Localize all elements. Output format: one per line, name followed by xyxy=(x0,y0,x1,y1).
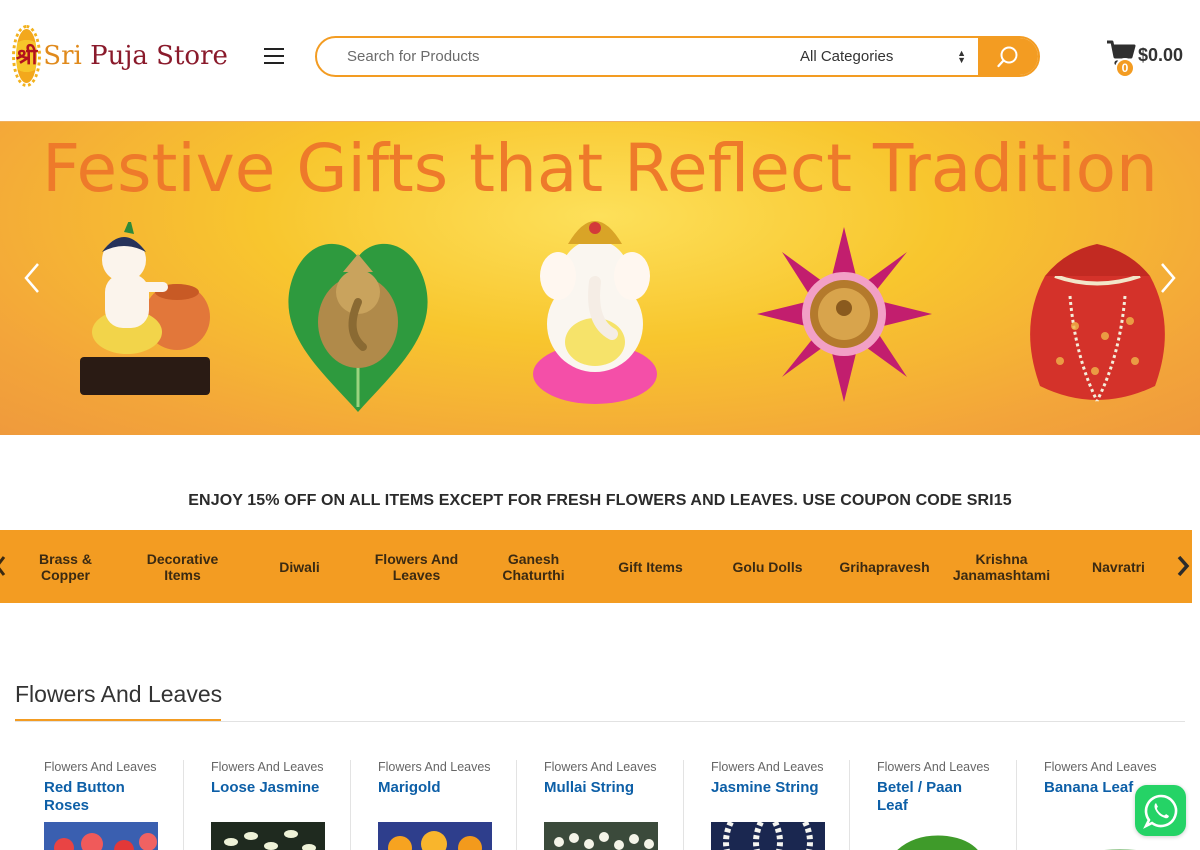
betel-leaf-image[interactable] xyxy=(877,822,991,850)
product-name[interactable]: Loose Jasmine xyxy=(211,779,331,797)
product-category: Flowers And Leaves xyxy=(378,760,491,774)
product-card[interactable]: Flowers And Leaves Jasmine String xyxy=(683,760,849,850)
product-divider xyxy=(350,760,351,850)
category-next-arrow-icon[interactable] xyxy=(1176,555,1190,577)
cart-total: $0.00 xyxy=(1138,45,1184,65)
site-header: श्री Sri Puja Store All Categories ▲▼ 0 … xyxy=(0,0,1200,122)
banner-next-arrow-icon[interactable] xyxy=(1154,260,1182,296)
product-category: Flowers And Leaves xyxy=(711,760,824,774)
category-brass-copper[interactable]: Brass & Copper xyxy=(7,530,124,603)
product-card[interactable]: Flowers And Leaves Loose Jasmine xyxy=(183,760,349,850)
category-select-value: All Categories xyxy=(800,48,894,65)
product-divider xyxy=(683,760,684,850)
category-diwali[interactable]: Diwali xyxy=(241,530,358,603)
whatsapp-chat-button[interactable] xyxy=(1135,785,1186,836)
product-card[interactable]: Flowers And Leaves Red Button Roses xyxy=(16,760,182,850)
logo-text-puja-store: Puja Store xyxy=(81,41,228,71)
category-grihapravesh[interactable]: Grihapravesh xyxy=(826,530,943,603)
category-ganesh-chaturthi[interactable]: Ganesh Chaturthi xyxy=(475,530,592,603)
logo-glyph: श्री xyxy=(16,44,38,70)
lotus-diya-image xyxy=(757,227,932,402)
product-divider xyxy=(1016,760,1017,850)
loose-jasmine-image[interactable] xyxy=(211,822,325,850)
mullai-string-image[interactable] xyxy=(544,822,658,850)
hamburger-menu-icon[interactable] xyxy=(264,48,284,66)
product-category: Flowers And Leaves xyxy=(211,760,324,774)
krishna-figurine-image xyxy=(80,222,210,395)
category-select[interactable]: All Categories ▲ ▼ xyxy=(782,38,978,75)
product-divider xyxy=(183,760,184,850)
section-divider xyxy=(15,721,1185,722)
product-name[interactable]: Marigold xyxy=(378,779,498,797)
product-card[interactable]: Flowers And Leaves Mullai String xyxy=(516,760,682,850)
site-logo[interactable]: श्री Sri Puja Store xyxy=(11,25,228,87)
marigold-image[interactable] xyxy=(378,822,492,850)
product-category: Flowers And Leaves xyxy=(877,760,990,774)
product-name[interactable]: Betel / Paan Leaf xyxy=(877,779,997,815)
category-strip: Brass & Copper Decorative Items Diwali F… xyxy=(0,530,1192,603)
category-navratri[interactable]: Navratri xyxy=(1060,530,1177,603)
search-bar: All Categories ▲▼ xyxy=(315,36,1040,77)
jasmine-string-image[interactable] xyxy=(711,822,825,850)
ganesha-idol-image xyxy=(533,221,657,404)
coupon-announcement: ENJOY 15% OFF ON ALL ITEMS EXCEPT FOR FR… xyxy=(188,492,1012,509)
product-name[interactable]: Jasmine String xyxy=(711,779,831,797)
logo-text: Sri Puja Store xyxy=(43,41,228,71)
search-icon xyxy=(997,46,1018,67)
logo-emblem: श्री xyxy=(11,25,42,87)
search-button[interactable] xyxy=(978,38,1038,75)
section-title: Flowers And Leaves xyxy=(15,681,223,707)
select-arrows-icon: ▲ ▼ xyxy=(957,47,966,65)
hero-banner[interactable]: Festive Gifts that Reflect Tradition xyxy=(0,122,1200,435)
product-category: Flowers And Leaves xyxy=(44,760,157,774)
product-name[interactable]: Red Button Roses xyxy=(44,779,164,815)
category-decorative-items[interactable]: Decorative Items xyxy=(124,530,241,603)
banner-prev-arrow-icon[interactable] xyxy=(18,260,46,296)
section-title-underline xyxy=(15,719,221,721)
product-divider xyxy=(849,760,850,850)
product-name[interactable]: Mullai String xyxy=(544,779,664,797)
category-prev-arrow-icon[interactable] xyxy=(0,555,6,577)
category-flowers-and-leaves[interactable]: Flowers And Leaves xyxy=(358,530,475,603)
ganesha-leaf-image xyxy=(288,243,428,412)
search-input[interactable] xyxy=(317,38,782,75)
product-card[interactable]: Flowers And Leaves Marigold xyxy=(350,760,516,850)
product-category: Flowers And Leaves xyxy=(544,760,657,774)
product-category: Flowers And Leaves xyxy=(1044,760,1157,774)
logo-text-sri: Sri xyxy=(43,41,82,71)
red-button-roses-image[interactable] xyxy=(44,822,158,850)
cart-button[interactable]: 0 $0.00 xyxy=(1106,40,1196,80)
category-golu-dolls[interactable]: Golu Dolls xyxy=(709,530,826,603)
product-card[interactable]: Flowers And Leaves Betel / Paan Leaf xyxy=(849,760,1015,850)
banner-title: Festive Gifts that Reflect Tradition xyxy=(42,130,1158,207)
category-krishna-janamashtami[interactable]: Krishna Janamashtami xyxy=(943,530,1060,603)
whatsapp-icon xyxy=(1142,794,1177,829)
cart-count-badge: 0 xyxy=(1115,58,1135,78)
product-divider xyxy=(516,760,517,850)
category-gift-items[interactable]: Gift Items xyxy=(592,530,709,603)
